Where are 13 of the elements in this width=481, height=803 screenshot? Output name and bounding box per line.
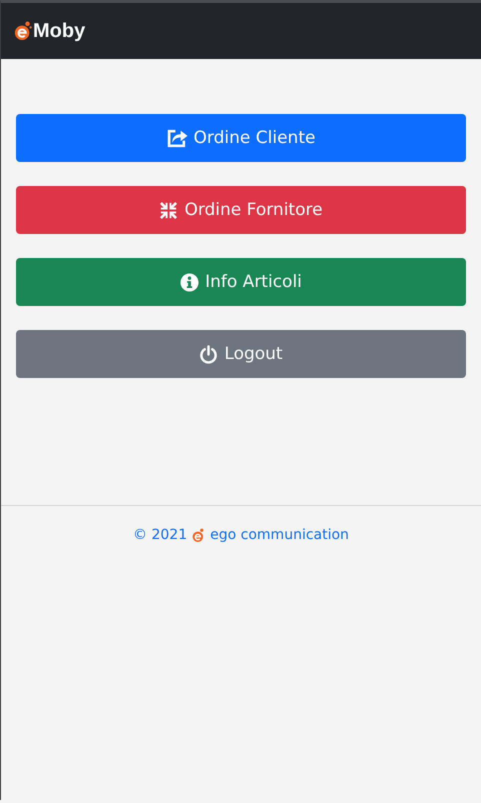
copyright-text: © 2021 [133,527,188,543]
compress-icon [159,200,178,220]
info-icon [180,272,200,292]
brand-name[interactable]: Moby [33,20,86,42]
share-icon [166,128,188,148]
menu-button[interactable]: Logout [16,330,466,378]
menu-button[interactable]: Ordine Cliente [16,114,466,162]
menu-button[interactable]: Info Articoli [16,258,466,306]
logo-icon [14,21,32,41]
logo-icon [192,528,206,542]
company-link[interactable]: ego communication [210,527,349,543]
power-icon [199,344,218,364]
menu-button[interactable]: Ordine Fornitore [16,186,466,234]
